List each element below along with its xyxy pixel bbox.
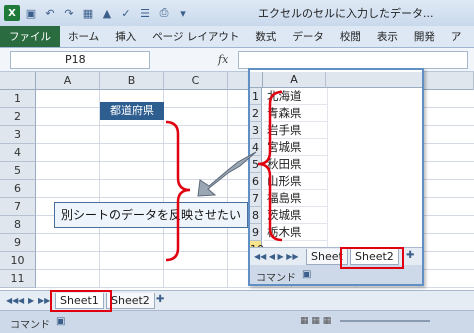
highlight-sheet2-tab	[340, 247, 404, 269]
w2-row-header[interactable]: 1	[250, 88, 262, 105]
row-header[interactable]: 7	[0, 198, 36, 216]
prev-sheet-icon[interactable]: ◀	[18, 296, 24, 305]
tab-review[interactable]: 校閲	[332, 26, 369, 47]
row-header[interactable]: 1	[0, 90, 36, 108]
tab-file[interactable]: ファイル	[0, 26, 60, 47]
w2-status-mode: コマンド	[256, 273, 296, 284]
window-title: エクセルのセルに入力したデータ...	[258, 7, 434, 20]
row-header[interactable]: 6	[0, 180, 36, 198]
borders-icon[interactable]: ▦	[80, 5, 96, 21]
w2-cell-prefecture[interactable]: 青森県	[264, 105, 328, 122]
first-sheet-icon[interactable]: ◀◀	[6, 296, 18, 305]
w2-cell-prefecture[interactable]: 秋田県	[264, 156, 328, 173]
fill-color-icon[interactable]: ▲	[99, 5, 115, 21]
w2-cell-prefecture[interactable]: 福島県	[264, 190, 328, 207]
tab-addins[interactable]: ア	[443, 26, 470, 47]
page-break-view-icon[interactable]: ▦	[323, 316, 332, 326]
row-header[interactable]: 4	[0, 144, 36, 162]
w2-column-header-row: A	[250, 72, 422, 88]
w2-cell-prefecture[interactable]: 北海道	[264, 88, 328, 105]
name-box[interactable]: P18	[10, 51, 150, 69]
tab-home[interactable]: ホーム	[60, 26, 107, 47]
tab-insert[interactable]: 挿入	[107, 26, 144, 47]
page-layout-view-icon[interactable]: ▦	[311, 316, 320, 326]
undo-icon[interactable]: ↶	[42, 5, 58, 21]
last-sheet-icon[interactable]: ▶▶	[38, 296, 50, 305]
paste-special-icon[interactable]: ☰	[137, 5, 153, 21]
excel-logo-icon: X	[4, 5, 20, 21]
select-all-corner[interactable]	[0, 72, 36, 90]
row-header[interactable]: 5	[0, 162, 36, 180]
format-painter-icon[interactable]: ✓	[118, 5, 134, 21]
normal-view-icon[interactable]: ▦	[300, 316, 309, 326]
tab-formulas[interactable]: 数式	[247, 26, 284, 47]
w2-row-header[interactable]: 3	[250, 122, 262, 139]
column-header-b[interactable]: B	[100, 72, 164, 90]
row-header[interactable]: 8	[0, 216, 36, 234]
highlight-sheet1-tab	[50, 290, 112, 312]
w2-cell-prefecture[interactable]: 栃木県	[264, 224, 328, 241]
fx-icon[interactable]: fx	[218, 53, 228, 66]
annotation-callout: 別シートのデータを反映させたい	[54, 202, 248, 228]
zoom-slider[interactable]	[340, 319, 431, 322]
column-header-a[interactable]: A	[36, 72, 100, 90]
print-preview-icon[interactable]: ⎙	[156, 5, 172, 21]
w2-sheet-nav-icon[interactable]: ◀◀ ◀ ▶ ▶▶	[254, 252, 299, 261]
redo-icon[interactable]: ↷	[61, 5, 77, 21]
title-bar: X ▣ ↶ ↷ ▦ ▲ ✓ ☰ ⎙ ▾ エクセルのセルに入力したデータ...	[0, 0, 474, 26]
w2-row-header[interactable]: 4	[250, 139, 262, 156]
w2-cell-prefecture[interactable]: 宮城県	[264, 139, 328, 156]
formula-input[interactable]	[238, 51, 468, 69]
column-header-c[interactable]: C	[164, 72, 228, 90]
tab-developer[interactable]: 開発	[406, 26, 443, 47]
row-header[interactable]: 9	[0, 234, 36, 252]
w2-cell-prefecture[interactable]: 岩手県	[264, 122, 328, 139]
row-header[interactable]: 10	[0, 252, 36, 270]
row-header[interactable]: 11	[0, 270, 36, 288]
w2-row-header[interactable]: 9	[250, 224, 262, 241]
w2-row-header[interactable]: 2	[250, 105, 262, 122]
w2-row-header[interactable]: 6	[250, 173, 262, 190]
filter-icon[interactable]: ▾	[175, 5, 191, 21]
row-header[interactable]: 2	[0, 108, 36, 126]
tab-view[interactable]: 表示	[369, 26, 406, 47]
w2-insert-sheet-icon[interactable]: ✚	[406, 250, 414, 261]
macro-record-icon[interactable]: ▣	[56, 316, 65, 327]
w2-row-header[interactable]: 8	[250, 207, 262, 224]
ribbon-tabs: ファイル ホーム 挿入 ページ レイアウト 数式 データ 校閲 表示 開発 ア	[0, 26, 474, 48]
w2-row-header[interactable]: 5	[250, 156, 262, 173]
tab-page-layout[interactable]: ページ レイアウト	[144, 26, 247, 47]
row-header[interactable]: 3	[0, 126, 36, 144]
tab-data[interactable]: データ	[284, 26, 332, 47]
w2-column-header-a[interactable]: A	[262, 72, 326, 88]
w2-row-header[interactable]: 7	[250, 190, 262, 207]
zoom-control[interactable]: ▦ ▦ ▦	[300, 316, 470, 328]
cell-b1-prefecture-header[interactable]: 都道府県	[100, 102, 164, 120]
w2-cell-prefecture[interactable]: 茨城県	[264, 207, 328, 224]
w2-cell-prefecture[interactable]: 山形県	[264, 173, 328, 190]
next-sheet-icon[interactable]: ▶	[28, 296, 34, 305]
status-bar: コマンド ▣ ▦ ▦ ▦	[0, 310, 474, 333]
w2-macro-record-icon[interactable]: ▣	[302, 269, 311, 280]
sheet-tab-sheet2[interactable]: Sheet2	[106, 293, 155, 309]
save-icon[interactable]: ▣	[23, 5, 39, 21]
insert-sheet-icon[interactable]: ✚	[156, 294, 164, 305]
status-mode: コマンド	[10, 320, 50, 331]
